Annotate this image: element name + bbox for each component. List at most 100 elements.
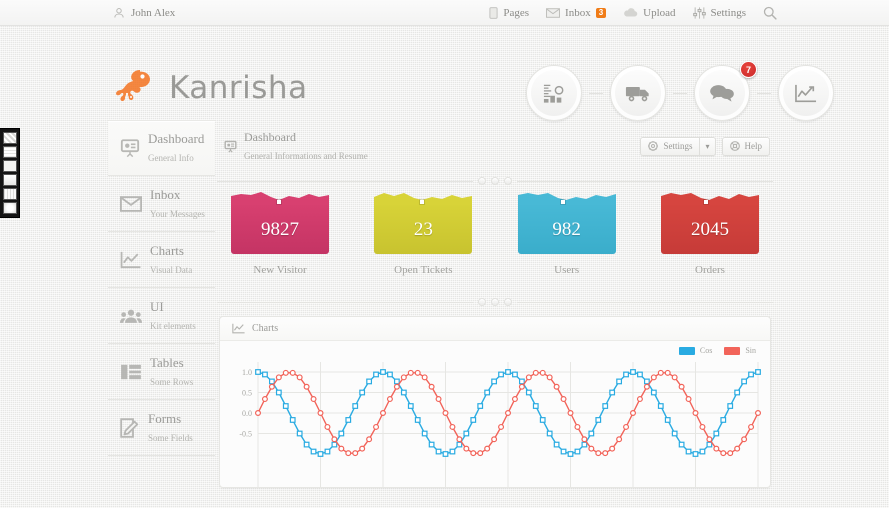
topbar-item-pages[interactable]: Pages [489,7,529,19]
divider-line [217,301,473,303]
users-icon [120,308,142,324]
sidebar-title: Inbox [150,186,181,202]
envelope-icon [120,195,142,212]
brand-name: Kanrisha [169,70,308,106]
topbar-label-settings: Settings [710,6,746,19]
settings-button-group: Settings ▾ [640,136,716,156]
stat-card-orders[interactable]: 2045 Orders [660,193,759,276]
carousel-dot[interactable] [491,177,499,185]
legend-item-sin[interactable]: Sin [724,346,756,355]
sidebar-item-dashboard[interactable]: Dashboard General Info [108,120,215,176]
sidebar-item-ui[interactable]: UI Kit elements [108,288,215,344]
sidebar-subtitle: Some Fields [148,432,193,443]
circle-nav-separator [757,92,771,94]
stat-label: Orders [695,264,725,276]
carousel-dot[interactable] [504,177,512,185]
stat-label: Open Tickets [394,264,453,276]
user-icon [113,7,125,19]
inbox-badge: 3 [595,7,607,18]
search-button[interactable] [763,6,777,20]
legend-label: Cos [699,346,713,355]
background-pattern-picker[interactable] [0,128,20,218]
stat-value: 982 [552,219,581,240]
topbar-item-settings[interactable]: Settings [692,6,746,19]
carousel-dot[interactable] [478,177,486,185]
legend-swatch [678,346,695,355]
circle-nav-separator [673,92,687,94]
sidebar-item-forms[interactable]: Forms Some Fields [108,400,215,456]
help-button-label: Help [744,141,763,151]
pattern-swatch[interactable] [2,132,17,144]
carousel-dot[interactable] [504,298,512,306]
brand-logo[interactable]: Kanrisha [113,66,308,110]
sidebar-subtitle: Some Rows [150,376,194,387]
sidebar-subtitle: Kit elements [150,320,196,331]
circle-nav-stats[interactable] [519,65,589,121]
sidebar-item-tables[interactable]: Tables Some Rows [108,344,215,400]
pattern-swatch[interactable] [2,160,17,172]
stat-card-open-tickets[interactable]: 23 Open Tickets [374,193,473,276]
svg-text:1.0: 1.0 [242,368,252,377]
section-divider-bottom [217,293,773,311]
charts-panel-header: Charts [220,317,770,341]
carousel-dot[interactable] [478,298,486,306]
chart-legend: Cos Sin [678,346,756,355]
stat-value: 23 [413,219,433,240]
table-icon [120,363,142,381]
page-actions: Settings ▾ Help [640,136,770,156]
line-chart-icon [120,251,142,269]
stat-card-new-visitor[interactable]: 9827 New Visitor [231,192,329,276]
edit-pencil-icon [120,417,140,438]
sidebar-item-charts[interactable]: Charts Visual Data [108,232,215,288]
circle-nav-shipping[interactable] [603,65,673,121]
legend-item-cos[interactable]: Cos [678,346,713,355]
circle-nav-messages[interactable]: 7 [687,61,757,121]
user-name: John Alex [131,6,176,19]
charts-panel-title: Charts [252,323,279,334]
sidebar-title: Forms [148,410,182,426]
sidebar-subtitle: Your Messages [150,208,205,219]
topbar-item-inbox[interactable]: Inbox 3 [546,7,607,19]
svg-text:0.0: 0.0 [242,409,252,418]
divider-line [217,180,473,182]
search-icon [763,6,777,20]
chat-bubbles-icon [709,83,735,103]
section-divider-top [217,172,773,190]
pattern-swatch[interactable] [2,146,17,158]
divider-line [517,180,773,182]
sparkline-marker [277,200,282,204]
settings-dropdown-toggle[interactable]: ▾ [699,136,716,156]
pattern-swatch[interactable] [2,202,17,214]
main-content: Dashboard General Informations and Resum… [215,120,775,488]
topbar-item-upload[interactable]: Upload [623,7,676,19]
sidebar: Dashboard General Info Inbox Your Messag… [108,120,215,456]
stat-card-users[interactable]: 982 Users [517,193,616,276]
header-circle-nav: 7 [519,61,841,121]
sparkline-marker [420,200,425,204]
sidebar-subtitle: General Info [148,153,194,163]
user-menu[interactable]: John Alex [113,7,175,19]
circle-nav-separator [589,92,603,94]
bar-stats-icon [542,82,566,104]
page-icon [489,6,498,19]
sliders-icon [692,6,706,19]
sin-cos-line-chart[interactable]: 1.0 0.5 0.0 -0.5 [228,362,764,487]
help-button[interactable]: Help [721,136,770,156]
topbar-label-pages: Pages [503,6,530,19]
charts-panel-body: Cos Sin 1.0 0.5 0.0 -0.5 [220,341,770,487]
lifebuoy-icon [729,141,740,151]
sidebar-item-inbox[interactable]: Inbox Your Messages [108,176,215,232]
settings-button[interactable]: Settings [640,136,700,156]
carousel-dot[interactable] [491,298,499,306]
envelope-icon [546,7,560,18]
sidebar-subtitle: Visual Data [150,264,193,275]
stat-label: New Visitor [253,264,307,276]
chevron-down-icon: ▾ [705,141,710,151]
pattern-swatch[interactable] [2,188,17,200]
pattern-swatch[interactable] [2,174,17,186]
page-title: Dashboard [244,130,296,144]
circle-nav-analytics[interactable] [771,65,841,121]
stat-cards: 9827 New Visitor 23 Open Tickets 982 Use… [215,190,775,276]
stat-value: 2045 [690,219,729,240]
truck-icon [625,83,651,103]
